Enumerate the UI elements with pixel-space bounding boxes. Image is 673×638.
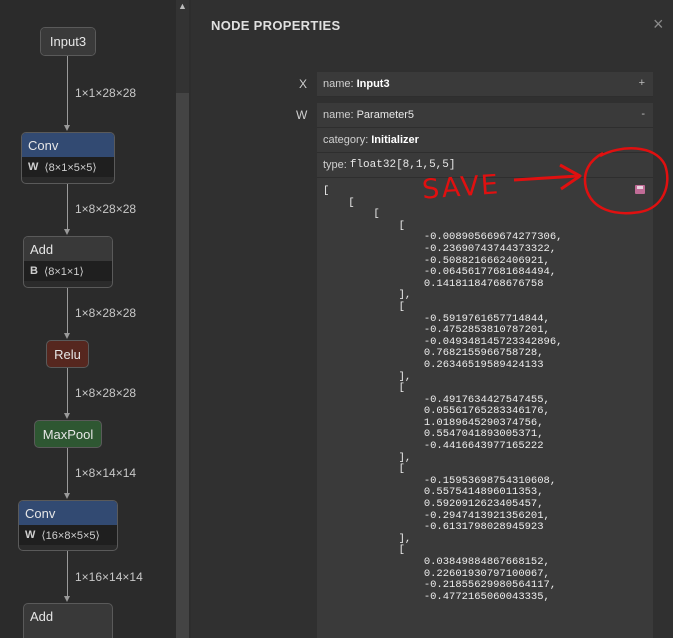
edge-arrow — [64, 125, 70, 131]
scrollbar-thumb[interactable] — [176, 93, 189, 638]
name-key: name: — [323, 78, 354, 90]
node-label: Add — [30, 608, 54, 624]
graph-canvas[interactable]: 1×1×28×28 1×8×28×28 1×8×28×28 1×8×28×28 … — [0, 0, 176, 638]
node-conv-2[interactable]: Conv W ⟨16×8×5×5⟩ — [18, 500, 118, 551]
input-field-x[interactable]: name: Input3 + — [317, 72, 653, 97]
edge-arrow — [64, 333, 70, 339]
name-key: name: — [323, 109, 354, 121]
edge-line — [67, 184, 68, 230]
attribute-value: ⟨16×8×5×5⟩ — [41, 529, 100, 542]
edge-arrow — [64, 596, 70, 602]
node-label: Conv — [28, 137, 59, 153]
edge-arrow — [64, 413, 70, 419]
category-row: category: Initializer — [317, 128, 653, 153]
node-header: Add — [24, 237, 112, 261]
node-header: MaxPool — [35, 421, 101, 447]
node-attribute: W ⟨16×8×5×5⟩ — [19, 525, 117, 545]
node-header: Conv — [19, 501, 117, 525]
node-label: Conv — [25, 505, 56, 521]
expand-toggle[interactable]: + — [639, 77, 645, 89]
node-properties-panel: NODE PROPERTIES × X name: Input3 + W nam… — [191, 0, 673, 638]
edge-label: 1×8×28×28 — [75, 386, 137, 400]
node-maxpool[interactable]: MaxPool — [34, 420, 102, 448]
input-label-x: X — [299, 77, 308, 91]
node-label: Input3 — [49, 34, 87, 49]
close-icon[interactable]: × — [653, 14, 664, 35]
node-header: Input3 — [41, 28, 95, 55]
scroll-up-arrow-icon[interactable]: ▲ — [176, 0, 189, 13]
attribute-value: ⟨8×1×1⟩ — [43, 265, 84, 278]
node-add-2[interactable]: Add — [23, 603, 113, 638]
node-attribute: W ⟨8×1×5×5⟩ — [22, 157, 114, 177]
type-value: float32[8,1,5,5] — [349, 159, 456, 171]
edge-label: 1×8×14×14 — [75, 466, 137, 480]
edge-label: 1×8×28×28 — [75, 306, 137, 320]
node-relu[interactable]: Relu — [46, 340, 89, 368]
type-row: type: float32[8,1,5,5] — [317, 153, 653, 178]
node-header: Add — [24, 604, 112, 628]
edge-arrow — [64, 229, 70, 235]
edge-label: 1×8×28×28 — [75, 202, 137, 216]
node-add-1[interactable]: Add B ⟨8×1×1⟩ — [23, 236, 113, 288]
edge-line — [67, 448, 68, 494]
attribute-value: ⟨8×1×5×5⟩ — [44, 161, 97, 174]
node-header: Conv — [22, 133, 114, 157]
input-field-w[interactable]: name: Parameter5 - category: Initializer… — [317, 103, 653, 638]
node-label: Add — [30, 241, 54, 257]
name-value: Parameter5 — [356, 109, 415, 121]
node-label: Relu — [54, 346, 81, 362]
name-row: name: Parameter5 — [317, 103, 653, 128]
edge-label: 1×16×14×14 — [75, 570, 143, 584]
type-key: type: — [323, 159, 347, 171]
edge-line — [67, 551, 68, 597]
tensor-values: [ [ [ [ -0.008905669674277306, -0.236907… — [323, 185, 563, 603]
edge-line — [67, 287, 68, 334]
category-value: Initializer — [371, 134, 419, 146]
node-attribute: B ⟨8×1×1⟩ — [24, 261, 112, 281]
name-value: Input3 — [356, 78, 390, 90]
edge-line — [67, 367, 68, 414]
node-label: MaxPool — [42, 426, 94, 442]
node-input3[interactable]: Input3 — [40, 27, 96, 56]
edge-label: 1×1×28×28 — [75, 86, 137, 100]
attribute-key: W — [28, 161, 39, 173]
input-label-w: W — [296, 108, 308, 122]
collapse-toggle[interactable]: - — [641, 108, 645, 120]
panel-title: NODE PROPERTIES — [211, 18, 341, 33]
name-row: name: Input3 — [317, 72, 653, 97]
attribute-key: W — [25, 529, 36, 541]
edge-line — [67, 55, 68, 126]
graph-scrollbar[interactable]: ▲ — [176, 0, 189, 638]
node-conv-1[interactable]: Conv W ⟨8×1×5×5⟩ — [21, 132, 115, 184]
category-key: category: — [323, 134, 369, 146]
edge-arrow — [64, 493, 70, 499]
node-header: Relu — [47, 341, 88, 367]
attribute-key: B — [30, 265, 38, 277]
